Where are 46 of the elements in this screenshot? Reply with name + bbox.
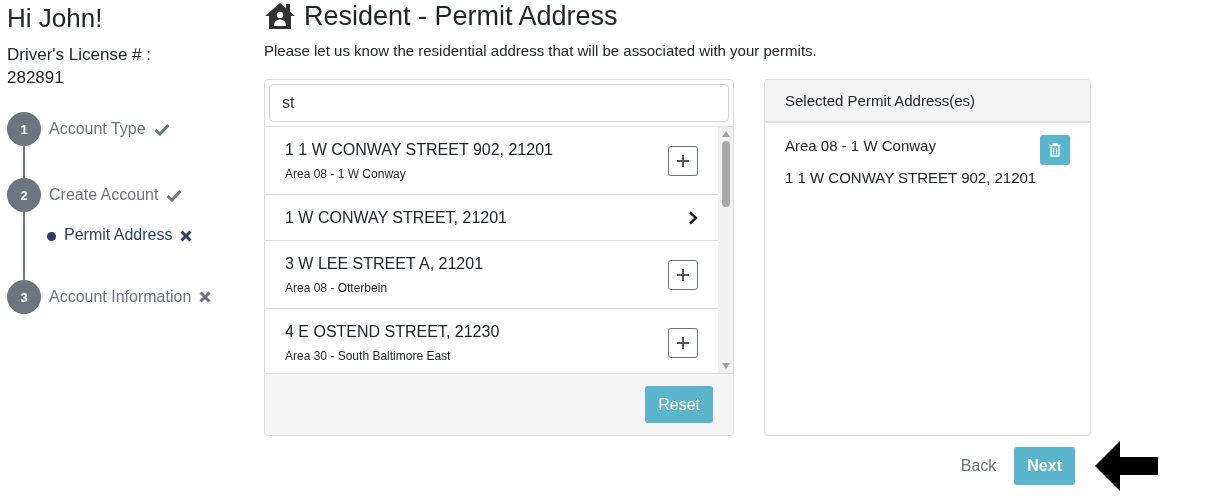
address-text: 4 E OSTEND STREET, 21230 — [285, 322, 501, 341]
add-button[interactable] — [668, 327, 698, 358]
check-icon — [153, 122, 170, 136]
scroll-down-icon[interactable] — [721, 363, 730, 369]
area-text: Area 08 - Otterbein — [285, 280, 389, 295]
back-link[interactable]: Back — [958, 457, 999, 475]
step-label: Create Account — [49, 186, 159, 204]
license-number: 282891 — [7, 68, 64, 87]
plus-icon — [676, 335, 690, 350]
search-field[interactable]: st — [269, 84, 729, 122]
area-text: Area 30 - South Baltimore East — [285, 348, 452, 363]
trash-icon — [1049, 143, 1061, 157]
address-group-row[interactable]: 1 W CONWAY STREET, 21201 — [265, 195, 718, 241]
step-label: Account Information — [49, 288, 192, 306]
address-row[interactable]: 1 1 W CONWAY STREET 902, 21201 Area 08 - 1 W Conway — [265, 127, 718, 195]
area-text: Area 08 - 1 W Conway — [785, 137, 937, 154]
scroll-thumb[interactable] — [721, 141, 730, 207]
delete-button[interactable] — [1040, 135, 1070, 165]
address-row[interactable]: 3 W LEE STREET A, 21201 Area 08 - Otterbein — [265, 241, 718, 309]
check-icon — [166, 188, 183, 202]
address-text: 1 1 W CONWAY STREET 902, 21201 — [785, 169, 1038, 186]
license-label: Driver's License # : — [7, 45, 152, 64]
scrollbar[interactable] — [718, 127, 733, 373]
step-number: 1 — [7, 112, 41, 146]
step-number: 3 — [7, 280, 41, 314]
add-button[interactable] — [668, 259, 698, 290]
close-icon — [199, 291, 212, 303]
chevron-right-icon — [688, 210, 698, 225]
plus-icon — [676, 153, 690, 168]
plus-icon — [676, 267, 690, 282]
close-icon — [180, 230, 193, 242]
page-title: Resident - Permit Address — [304, 0, 618, 32]
intro-text: Please let us know the residential address that will be associated with your permits. — [264, 42, 818, 59]
substep-link[interactable]: Permit Address — [64, 226, 173, 244]
scroll-up-icon[interactable] — [721, 131, 730, 137]
arrow-icon — [1095, 441, 1159, 491]
address-text: 1 1 W CONWAY STREET 902, 21201 — [285, 140, 554, 159]
add-button[interactable] — [668, 145, 698, 176]
greeting: Hi John! — [7, 4, 104, 32]
card-heading: Selected Permit Address(es) — [765, 80, 1090, 123]
area-text: Area 08 - 1 W Conway — [285, 166, 407, 181]
address-text: 3 W LEE STREET A, 21201 — [285, 254, 485, 273]
address-text: 1 W CONWAY STREET, 21201 — [285, 208, 508, 227]
step-label: Account Type — [49, 120, 146, 138]
step-number: 2 — [7, 178, 41, 212]
house-icon — [264, 2, 296, 30]
